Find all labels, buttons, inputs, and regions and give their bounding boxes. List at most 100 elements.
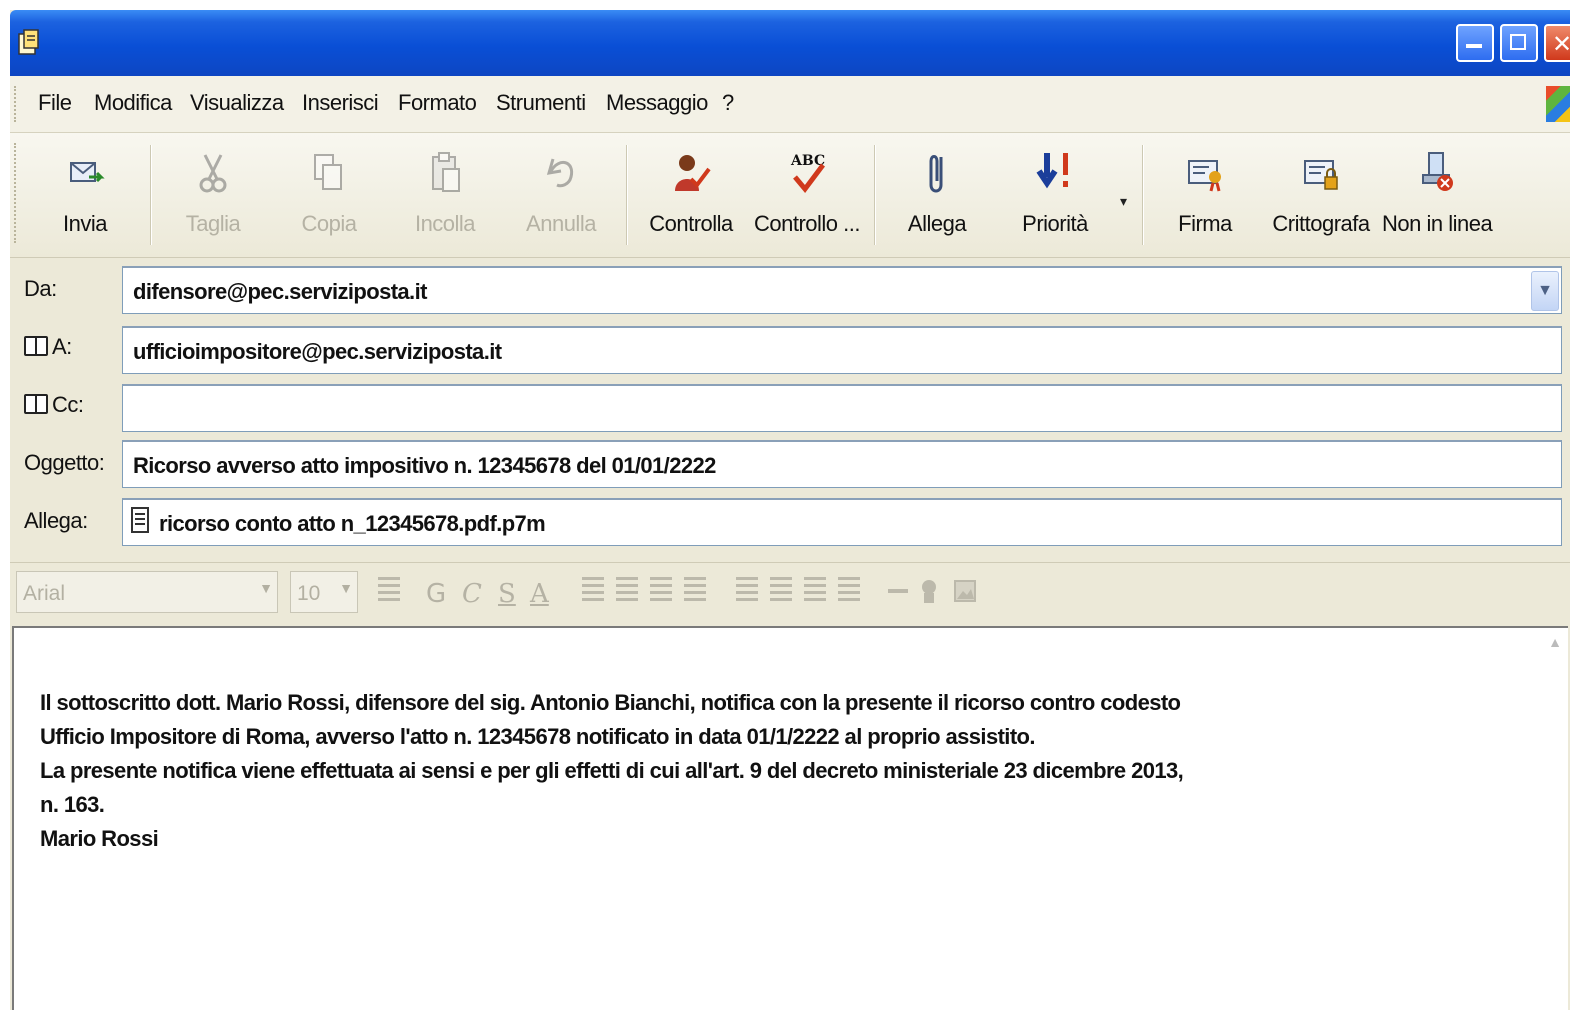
paste-button[interactable]: Incolla [390,141,500,245]
font-color-button[interactable]: A [530,579,549,609]
bold-button[interactable]: G [426,579,446,609]
toolbar-grip[interactable] [14,143,16,243]
app-icon [18,29,39,55]
check-names-button[interactable]: Controlla [636,141,746,245]
toolbar-separator [626,145,628,245]
offline-button[interactable]: Non in linea [1382,141,1493,245]
subject-field[interactable]: Ricorso avverso atto impositivo n. 12345… [122,440,1562,488]
cc-label-group[interactable]: Cc: [24,392,84,418]
toolbar-separator [150,145,152,245]
chevron-down-icon: ▼ [339,580,353,596]
attach-button[interactable]: Allega [882,141,992,245]
menu-strumenti[interactable]: Strumenti [496,90,586,116]
to-label-group[interactable]: A: [24,334,72,360]
encrypt-label: Crittografa [1272,211,1370,236]
to-label: A: [52,334,72,359]
cut-label: Taglia [185,211,241,236]
subject-label: Oggetto: [24,450,105,475]
menu-file[interactable]: File [38,90,72,116]
numbered-list-icon[interactable] [582,577,604,605]
address-book-icon[interactable] [24,336,48,356]
menu-inserisci[interactable]: Inserisci [302,90,379,116]
bullet-list-icon[interactable] [616,577,638,605]
priority-label: Priorità [1022,211,1088,236]
insert-image-icon[interactable] [954,577,976,605]
menu-visualizza[interactable]: Visualizza [190,90,284,116]
attach-field-label: Allega: [24,508,88,533]
send-icon [70,162,105,183]
close-button[interactable]: ✕ [1544,24,1570,62]
chevron-down-icon: ▼ [259,580,273,596]
check-names-icon [675,155,711,191]
compose-window: ✕ File Modifica Visualizza Inserisci For… [10,10,1570,1010]
menu-help[interactable]: ? [722,90,734,116]
attachment-file-icon [131,507,149,533]
to-field[interactable]: ufficioimpositore@pec.serviziposta.it [122,326,1562,374]
insert-link-icon[interactable] [918,577,940,605]
toolbar: Invia Taglia Copia Incolla Annulla Contr… [10,133,1570,258]
paperclip-icon [929,155,943,193]
menu-grip[interactable] [14,86,16,122]
justify-icon[interactable] [838,577,860,605]
spellcheck-icon: ABC [790,153,825,194]
priority-dropdown-icon[interactable]: ▾ [1120,193,1127,210]
attach-label: Allega [907,211,967,236]
restore-button[interactable] [1500,24,1538,62]
italic-button[interactable]: C [462,579,482,609]
send-label: Invia [63,211,107,236]
align-center-icon[interactable] [770,577,792,605]
paragraph-style-icon[interactable] [378,577,400,605]
undo-icon [546,158,574,188]
formatting-toolbar: Arial ▼ 10 ▼ G C S A [10,562,1570,625]
font-select-value: Arial [23,582,66,605]
cc-field[interactable] [122,384,1562,432]
cut-icon [199,154,227,193]
encrypt-button[interactable]: Crittografa [1266,141,1376,245]
increase-indent-icon[interactable] [684,577,706,605]
sign-icon [1188,160,1221,192]
from-label: Da: [24,276,57,301]
from-dropdown-button[interactable]: ▼ [1531,271,1559,311]
sign-button[interactable]: Firma [1150,141,1260,245]
priority-button[interactable]: Priorità [1000,141,1110,245]
undo-button[interactable]: Annulla [506,141,616,245]
menu-bar: File Modifica Visualizza Inserisci Forma… [10,76,1570,133]
send-button[interactable]: Invia [30,141,140,245]
menu-modifica[interactable]: Modifica [94,90,172,116]
attachments-field[interactable]: ricorso conto atto n_12345678.pdf.p7m [122,498,1562,546]
minimize-icon [1466,44,1482,48]
scroll-up-icon[interactable]: ▲ [1544,634,1566,664]
chevron-down-icon: ▼ [1537,282,1553,299]
font-size-value: 10 [297,582,321,605]
align-right-icon[interactable] [804,577,826,605]
copy-label: Copia [301,211,357,236]
cc-label: Cc: [52,392,84,417]
cut-button[interactable]: Taglia [158,141,268,245]
paste-label: Incolla [414,211,476,236]
undo-label: Annulla [526,211,596,236]
minimize-button[interactable] [1456,24,1494,62]
address-book-icon[interactable] [24,394,48,414]
font-size-select[interactable]: 10 ▼ [290,571,358,613]
horizontal-line-icon[interactable] [888,589,908,593]
decrease-indent-icon[interactable] [650,577,672,605]
encrypt-icon [1304,160,1338,190]
message-body-text: Il sottoscritto dott. Mario Rossi, difen… [40,690,1184,851]
spellcheck-button[interactable]: ABC Controllo ... [752,141,862,245]
attachment-name[interactable]: ricorso conto atto n_12345678.pdf.p7m [159,511,546,537]
windows-logo-icon [1546,86,1570,122]
maximize-icon [1510,34,1526,50]
from-field[interactable]: difensore@pec.serviziposta.it ▼ [122,266,1562,314]
toolbar-separator [874,145,876,245]
copy-button[interactable]: Copia [274,141,384,245]
underline-button[interactable]: S [498,579,516,609]
menu-messaggio[interactable]: Messaggio [606,90,708,116]
copy-icon [314,154,342,190]
align-left-icon[interactable] [736,577,758,605]
menu-formato[interactable]: Formato [398,90,477,116]
toolbar-separator [1142,145,1144,245]
spellcheck-label: Controllo ... [754,211,861,236]
title-bar[interactable]: ✕ [10,10,1570,76]
font-select[interactable]: Arial ▼ [16,571,278,613]
message-body[interactable]: Il sottoscritto dott. Mario Rossi, difen… [12,626,1568,1010]
